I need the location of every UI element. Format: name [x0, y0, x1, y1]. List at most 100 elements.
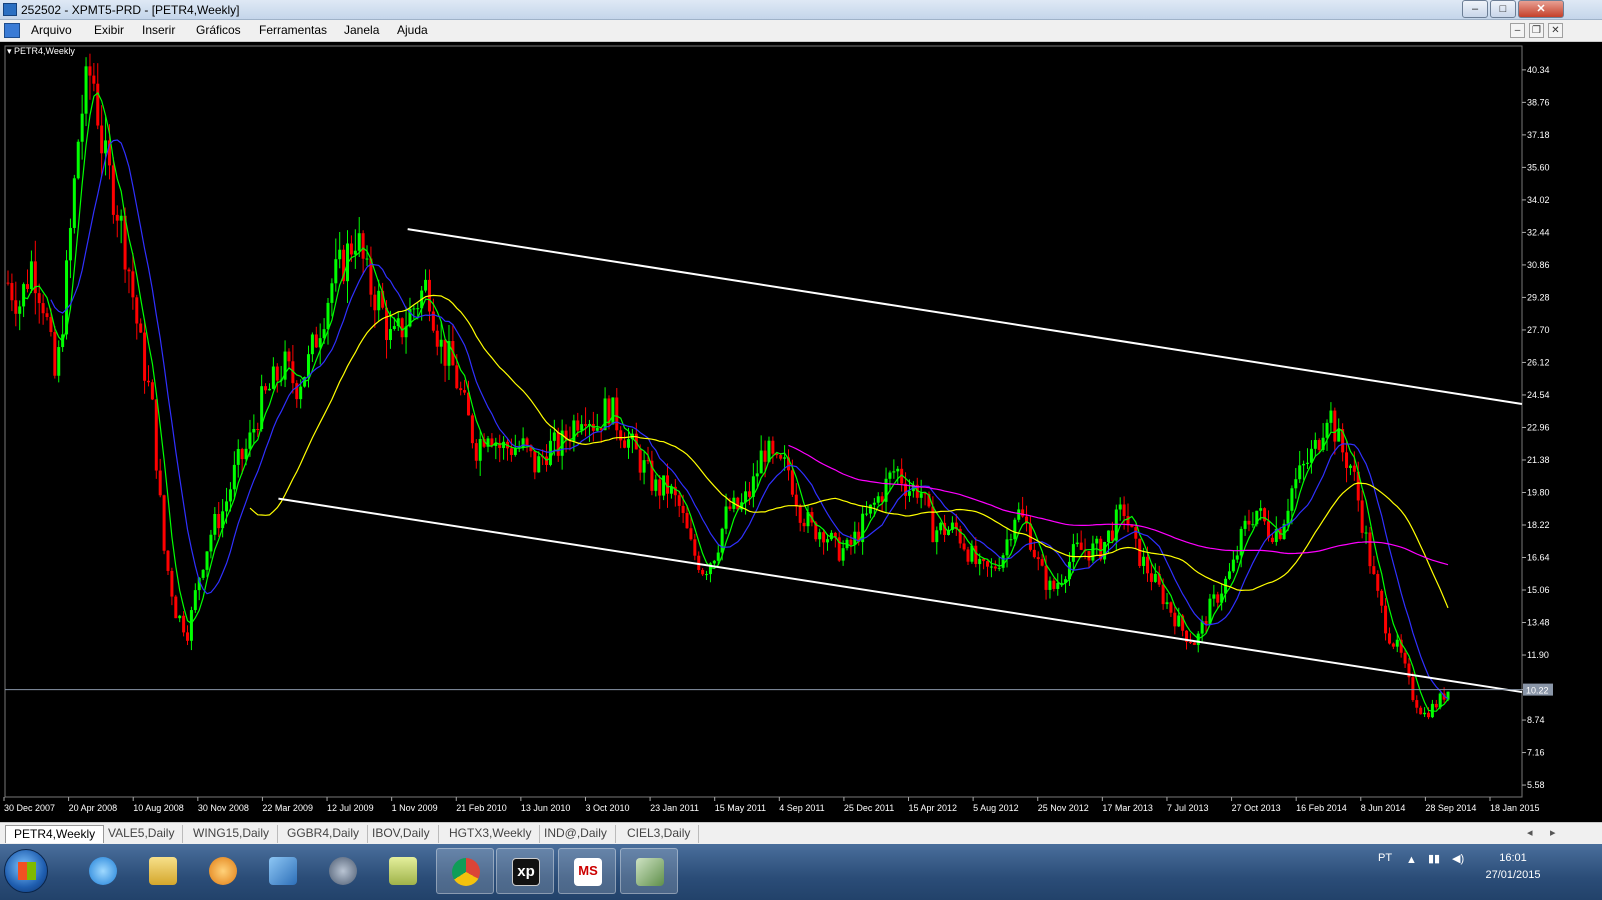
menu-arquivo[interactable]: Arquivo	[31, 23, 72, 37]
chrome-icon	[452, 858, 480, 886]
show-hidden-icons-button[interactable]: ▲	[1406, 854, 1417, 866]
taskbar-media-player[interactable]	[194, 848, 252, 894]
candle-body	[252, 428, 256, 433]
tab-scroll-right-button[interactable]: ▸	[1550, 826, 1556, 839]
candle-body	[388, 329, 392, 341]
x-tick-label: 22 Mar 2009	[262, 803, 313, 813]
candle-body	[139, 323, 143, 333]
menu-inserir[interactable]: Inserir	[142, 23, 175, 37]
candle-body	[720, 528, 724, 553]
candle-body	[552, 432, 556, 441]
candle-body	[1017, 509, 1021, 520]
tab-wing15-daily[interactable]: WING15,Daily	[185, 825, 279, 843]
tab-petr4-weekly[interactable]: PETR4,Weekly	[5, 825, 105, 843]
menu-ferramentas[interactable]: Ferramentas	[259, 23, 327, 37]
taskbar-hp[interactable]	[314, 848, 372, 894]
candle-body	[669, 486, 673, 494]
menu-janela[interactable]: Janela	[344, 23, 379, 37]
chart-window[interactable]: 40.34 38.76 37.18 35.60 34.02 32.44 30.86 29.28…	[0, 42, 1602, 822]
x-tick-label: 8 Jun 2014	[1361, 803, 1406, 813]
tab-ibov-daily[interactable]: IBOV,Daily	[364, 825, 439, 843]
y-tick-label: 13.48	[1527, 618, 1550, 628]
tab-vale5-daily[interactable]: VALE5,Daily	[100, 825, 184, 843]
start-button[interactable]	[4, 849, 48, 893]
window-title: 252502 - XPMT5-PRD - [PETR4,Weekly]	[21, 3, 240, 17]
window-title-bar[interactable]: 252502 - XPMT5-PRD - [PETR4,Weekly] ‒ □ …	[0, 0, 1602, 20]
candle-body	[580, 424, 584, 431]
internet-explorer-icon	[89, 857, 117, 885]
document-icon[interactable]	[4, 23, 20, 38]
menu-exibir[interactable]: Exibir	[94, 23, 124, 37]
candle-body	[330, 283, 334, 303]
x-tick-label: 4 Sep 2011	[779, 803, 824, 813]
close-button[interactable]: ✕	[1518, 0, 1564, 18]
candle-body	[1411, 677, 1415, 701]
y-tick-label: 7.16	[1527, 748, 1545, 758]
candle-body	[189, 610, 193, 641]
y-tick-label: 8.74	[1527, 715, 1545, 725]
chart-tabs-bar: PETR4,Weekly VALE5,Daily WING15,Daily GG…	[0, 822, 1602, 844]
candle-body	[29, 261, 33, 289]
taskbar-chrome[interactable]	[436, 848, 494, 894]
mdi-close-button[interactable]: ✕	[1548, 23, 1563, 38]
candle-body	[892, 471, 896, 473]
candle-body	[658, 479, 662, 496]
tab-ggbr4-daily[interactable]: GGBR4,Daily	[279, 825, 369, 843]
candle-body	[1231, 559, 1235, 572]
candle-body	[849, 539, 853, 545]
candle-body	[1177, 615, 1181, 627]
candle-body	[1345, 452, 1349, 468]
candle-body	[1352, 465, 1356, 472]
mdi-restore-button[interactable]: ❐	[1529, 23, 1544, 38]
x-tick-label: 21 Feb 2010	[456, 803, 507, 813]
clock-date: 27/01/2015	[1485, 869, 1541, 881]
candle-body	[1235, 555, 1239, 560]
tab-ciel3-daily[interactable]: CIEL3,Daily	[619, 825, 700, 843]
y-tick-label: 38.76	[1527, 97, 1550, 107]
y-tick-label: 26.12	[1527, 357, 1550, 367]
candle-body	[92, 75, 96, 84]
candle-body	[412, 308, 416, 310]
hp-icon	[329, 857, 357, 885]
x-tick-label: 15 May 2011	[715, 803, 766, 813]
y-tick-label: 5.58	[1527, 780, 1545, 790]
ms-trader-icon: MS	[574, 858, 602, 886]
y-tick-label: 11.90	[1527, 650, 1549, 660]
taskbar-ms-trader[interactable]: MS	[558, 848, 616, 894]
price-chart[interactable]: 40.34 38.76 37.18 35.60 34.02 32.44 30.86 29.28…	[0, 42, 1602, 822]
volume-icon[interactable]: ◀)	[1452, 852, 1464, 865]
mdi-minimize-button[interactable]: –	[1510, 23, 1525, 38]
language-indicator[interactable]: PT	[1378, 852, 1392, 864]
candle-body	[1212, 594, 1216, 599]
candle-body	[76, 141, 80, 179]
candle-body	[693, 539, 697, 556]
minimize-button[interactable]: ‒	[1462, 0, 1488, 18]
taskbar-outlook[interactable]	[254, 848, 312, 894]
candle-body	[1372, 566, 1376, 575]
candle-body	[104, 140, 108, 154]
candle-body	[416, 308, 420, 310]
taskbar-metatrader-folder[interactable]	[374, 848, 432, 894]
candle-body	[127, 269, 131, 272]
tab-hgtx3-weekly[interactable]: HGTX3,Weekly	[441, 825, 541, 843]
taskbar-xp[interactable]: xp	[496, 848, 554, 894]
taskbar-internet-explorer[interactable]	[74, 848, 132, 894]
candle-body	[18, 306, 22, 314]
candle-body	[248, 432, 252, 449]
tab-ind-daily[interactable]: IND@,Daily	[536, 825, 616, 843]
candle-body	[1044, 565, 1048, 590]
candle-body	[1384, 605, 1388, 634]
taskbar-clock[interactable]: 16:01 27/01/2015	[1478, 850, 1548, 884]
menu-graficos[interactable]: Gráficos	[196, 23, 241, 37]
candle-body	[1403, 652, 1407, 664]
maximize-button[interactable]: □	[1490, 0, 1516, 18]
candle-body	[798, 506, 802, 523]
tab-scroll-left-button[interactable]: ◂	[1527, 826, 1533, 839]
taskbar-metatrader[interactable]	[620, 848, 678, 894]
candle-body	[1243, 520, 1247, 529]
network-icon[interactable]: ▮▮	[1428, 852, 1440, 865]
menu-ajuda[interactable]: Ajuda	[397, 23, 428, 37]
taskbar-file-explorer[interactable]	[134, 848, 192, 894]
candle-body	[240, 448, 244, 460]
candle-body	[459, 388, 463, 391]
